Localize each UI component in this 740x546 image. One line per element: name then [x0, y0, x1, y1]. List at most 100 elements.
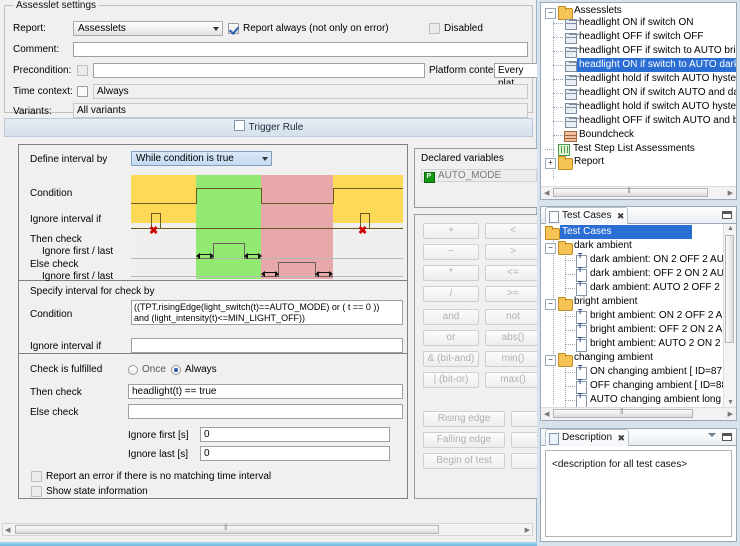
op-button-bit-or[interactable]: | (bit-or): [423, 372, 479, 388]
declared-variable-item[interactable]: AUTO_MODE: [421, 169, 537, 183]
precondition-checkbox[interactable]: [77, 65, 88, 76]
maximize-icon[interactable]: [722, 211, 732, 219]
assesslet-item-5[interactable]: headlight ON if switch AUTO and dark: [579, 86, 736, 100]
scroll-right-arrow-icon[interactable]: ▶: [525, 526, 530, 534]
maximize-icon[interactable]: [722, 433, 732, 441]
fulfilled-always-radio[interactable]: [171, 365, 181, 375]
op-button-minus[interactable]: −: [423, 244, 479, 260]
editor-horizontal-scrollbar[interactable]: ◀ ▶: [2, 523, 533, 536]
test-case-changing-0[interactable]: ON changing ambient [ ID=87 ]: [590, 365, 723, 379]
platform-context-input[interactable]: Every plat: [494, 63, 538, 89]
op-button-max[interactable]: max(): [485, 372, 541, 388]
op-button-falling-edge[interactable]: Falling edge: [423, 432, 505, 448]
assesslets-scrollbar-thumb[interactable]: [553, 186, 708, 197]
op-button-bit-and[interactable]: & (bit-and): [423, 351, 479, 367]
boundcheck-icon: [564, 131, 577, 142]
test-case-dark-0[interactable]: dark ambient: ON 2 OFF 2 AUTO 2: [590, 253, 723, 267]
description-textarea[interactable]: <description for all test cases>: [545, 450, 732, 537]
dark-ambient-expander[interactable]: −: [545, 243, 556, 254]
test-case-bright-1[interactable]: bright ambient: OFF 2 ON 2 AUTO 2: [590, 323, 723, 337]
show-state-checkbox[interactable]: [31, 486, 42, 497]
scroll-left-arrow-icon[interactable]: ◀: [5, 526, 10, 534]
report-expander[interactable]: +: [545, 158, 556, 169]
op-button-plus[interactable]: +: [423, 223, 479, 239]
group-dark-ambient[interactable]: dark ambient: [574, 239, 632, 253]
ignore-last-input[interactable]: 0: [200, 446, 390, 461]
ignore-first-input[interactable]: 0: [200, 427, 390, 442]
report-error-checkbox[interactable]: [31, 471, 42, 482]
minimize-icon[interactable]: [708, 433, 716, 437]
report-always-checkbox[interactable]: [228, 23, 239, 34]
test-cases-vscroll-thumb[interactable]: [725, 235, 734, 343]
scroll-left-arrow-icon[interactable]: ◀: [544, 410, 549, 418]
assesslet-item-2[interactable]: headlight OFF if switch to AUTO bright: [579, 44, 736, 58]
op-button-gt[interactable]: >: [485, 244, 541, 260]
else-check-input[interactable]: [128, 404, 403, 419]
test-cases-root[interactable]: Test Cases: [560, 225, 692, 239]
scroll-down-arrow-icon[interactable]: ▼: [727, 399, 734, 406]
time-context-input[interactable]: Always: [93, 84, 528, 99]
test-cases-horizontal-scrollbar[interactable]: ◀ ▶: [541, 407, 736, 420]
spec-ignore-input[interactable]: [131, 338, 403, 353]
op-button-or[interactable]: or: [423, 330, 479, 346]
tree-guide-3: [553, 65, 563, 66]
then-check-input[interactable]: headlight(t) == true: [128, 384, 403, 399]
boundcheck-item[interactable]: Boundcheck: [579, 128, 634, 142]
tab-description[interactable]: Description ✖: [545, 429, 630, 446]
test-case-changing-1[interactable]: OFF changing ambient [ ID=88 ]: [590, 379, 723, 393]
assesslet-item-3-selected[interactable]: headlight ON if switch to AUTO dark a: [577, 58, 736, 72]
test-case-dark-1[interactable]: dark ambient: OFF 2 ON 2 AUTO 2: [590, 267, 723, 281]
op-button-ge[interactable]: >=: [485, 286, 541, 302]
assesslet-item-6[interactable]: headlight hold if switch AUTO hysteres: [579, 100, 736, 114]
test-cases-hscroll-thumb[interactable]: [553, 407, 693, 418]
test-case-bright-2[interactable]: bright ambient: AUTO 2 ON 2 OFF 2: [590, 337, 723, 351]
scroll-up-arrow-icon[interactable]: ▲: [727, 225, 734, 232]
close-icon[interactable]: ✖: [617, 208, 625, 224]
editor-scrollbar-thumb[interactable]: [15, 523, 439, 534]
op-button-times[interactable]: *: [423, 265, 479, 281]
spec-condition-textarea[interactable]: ((TPT.risingEdge(light_switch(t)==AUTO_M…: [131, 300, 403, 325]
assesslets-horizontal-scrollbar[interactable]: ◀ ▶: [541, 186, 736, 199]
assesslet-item-7[interactable]: headlight OFF if switch AUTO and brig: [579, 114, 736, 128]
test-cases-vertical-scrollbar[interactable]: ▲ ▼: [723, 224, 736, 407]
group-bright-ambient[interactable]: bright ambient: [574, 295, 637, 309]
variants-input[interactable]: All variants: [73, 103, 528, 118]
assesslets-expander[interactable]: −: [545, 8, 556, 19]
test-case-changing-2[interactable]: AUTO changing ambient long [ ID=: [590, 393, 723, 407]
op-button-abs[interactable]: abs(): [485, 330, 541, 346]
define-interval-combo[interactable]: While condition is true: [131, 151, 272, 166]
changing-ambient-expander[interactable]: −: [545, 355, 556, 366]
scroll-right-arrow-icon[interactable]: ▶: [728, 189, 733, 197]
op-button-rising-edge[interactable]: Rising edge: [423, 411, 505, 427]
time-context-checkbox[interactable]: [77, 86, 88, 97]
assesslet-item-0[interactable]: headlight ON if switch ON: [579, 16, 694, 30]
group-changing-ambient[interactable]: changing ambient: [574, 351, 653, 365]
fulfilled-once-radio[interactable]: [128, 365, 138, 375]
test-case-dark-2[interactable]: dark ambient: AUTO 2 OFF 2 ON 2: [590, 281, 723, 295]
report-combo[interactable]: Assesslets: [73, 21, 223, 36]
tab-test-cases[interactable]: Test Cases ✖: [545, 207, 629, 224]
define-interval-label: Define interval by: [30, 154, 108, 165]
assesslet-item-1[interactable]: headlight OFF if switch OFF: [579, 30, 703, 44]
op-button-le[interactable]: <=: [485, 265, 541, 281]
test-step-list-item[interactable]: Test Step List Assessments: [573, 142, 695, 156]
op-button-min[interactable]: min(): [485, 351, 541, 367]
scroll-left-arrow-icon[interactable]: ◀: [544, 189, 549, 197]
precondition-input[interactable]: [93, 63, 425, 78]
disabled-checkbox[interactable]: [429, 23, 440, 34]
scroll-right-arrow-icon[interactable]: ▶: [728, 410, 733, 418]
comment-input[interactable]: [73, 42, 528, 57]
test-case-bright-0[interactable]: bright ambient: ON 2 OFF 2 AUTO 2: [590, 309, 723, 323]
op-button-lt[interactable]: <: [485, 223, 541, 239]
assesslet-item-4[interactable]: headlight hold if switch AUTO hysteres: [579, 72, 736, 86]
assesslets-tree[interactable]: − Assesslets headlight ON if switch ON h…: [541, 3, 736, 199]
op-button-begin-of-test[interactable]: Begin of test: [423, 453, 505, 469]
bright-ambient-expander[interactable]: −: [545, 299, 556, 310]
test-cases-tree[interactable]: Test Cases − dark ambient dark ambient: …: [541, 224, 723, 407]
close-icon[interactable]: ✖: [617, 430, 625, 446]
report-item[interactable]: Report: [574, 155, 604, 169]
trigger-rule-banner[interactable]: Trigger Rule: [4, 118, 533, 137]
op-button-divide[interactable]: /: [423, 286, 479, 302]
op-button-not[interactable]: not: [485, 309, 541, 325]
op-button-and[interactable]: and: [423, 309, 479, 325]
